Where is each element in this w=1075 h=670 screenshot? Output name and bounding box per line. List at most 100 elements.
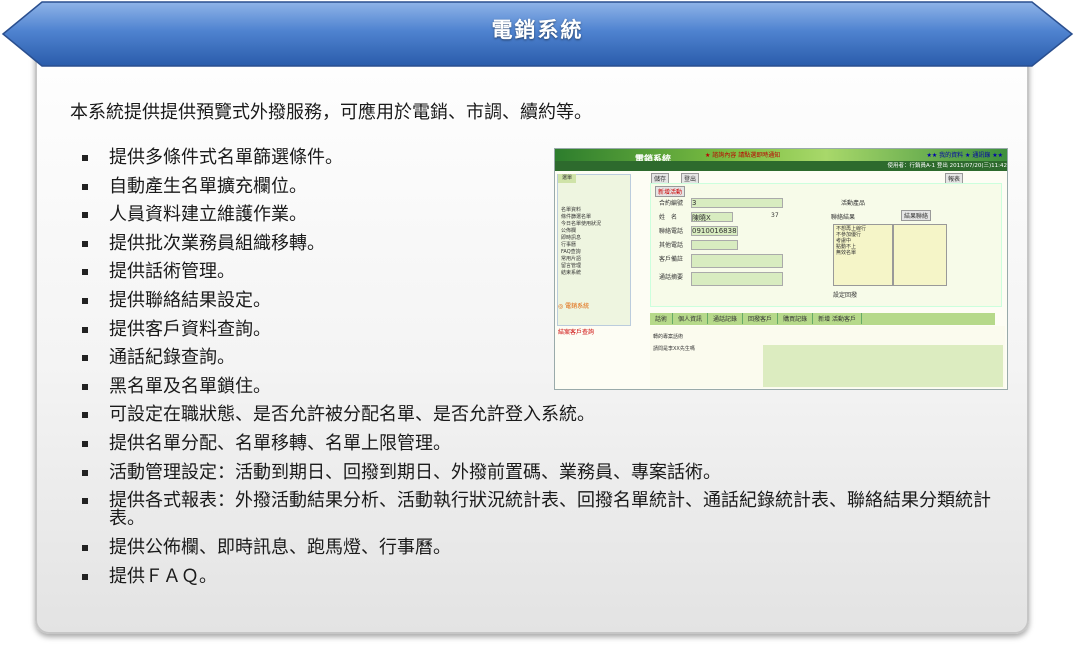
bullet-icon [82,545,88,552]
screenshot-notice: ★ 諮詢內容 請點選即時通知 [705,152,781,159]
screenshot-links: ★★ 我的資料 ★ 通訊錄 ★★ [926,152,1003,159]
bullet-icon [82,240,88,247]
system-screenshot: 電銷系統 ★ 諮詢內容 請點選即時通知 ★★ 我的資料 ★ 通訊錄 ★★ 使用者… [554,148,1008,390]
menu-item: 留言管理 [561,263,582,269]
bullet-icon [82,297,88,304]
field-value [691,254,783,268]
menu-item: 條件篩選名單 [561,214,592,220]
menu-item: 常用片語 [561,256,582,262]
menu-item: 今日名單使用狀況 [561,221,602,227]
feature-text: 提供話術管理。 [109,261,235,283]
sidebar-menu: 名單資料 條件篩選名單 今日名單使用狀況 公佈欄 即時訊息 行事曆 FAQ查詢 … [558,205,630,277]
feature-text: 黑名單及名單鎖住。 [109,375,271,397]
screenshot-tab: 購買記錄 [778,313,814,324]
menu-item: 名單資料 [561,207,582,213]
bullet-icon [82,573,88,580]
form-row: 聯絡結果 [831,212,855,221]
feature-text: 活動管理設定：活動到期日、回撥到期日、外撥前置碼、業務員、專案話術。 [109,461,721,483]
field-value: 陳曉X [691,212,733,222]
lower-item: 轉的專案話術 [653,334,684,340]
menu-item: 即時訊息 [561,235,582,241]
field-label: 姓 名 [659,214,678,221]
field-label: 客戶備註 [659,256,684,263]
feature-item: 活動管理設定：活動到期日、回撥到期日、外撥前置碼、業務員、專案話術。 [82,461,1012,493]
form-row: 設定回撥 [833,290,857,299]
result-list: 不想再上線行 不參加優行 考慮中 點動不上 無效名單 [833,224,893,286]
field-label: 活動產品 [841,200,866,207]
field-label: 通話摘要 [659,274,684,281]
bullet-icon [82,440,88,447]
bullet-icon [82,155,88,161]
feature-item: 提供各式報表：外撥活動結果分析、活動執行狀況統計表、回撥名單統計、通話紀錄統計表… [82,492,1012,539]
feature-text: 提供ＦＡＱ。 [109,565,217,587]
form-row: 活動產品 [841,198,865,207]
screenshot-form: 新增活動 合約編號 3 活動產品 姓 名 陳曉X 37 聯絡結果 結果聯絡 聯絡… [650,183,1002,307]
screenshot-subheader: 使用者：行銷員A-1 登出 2011/07/20(三)11:42 [555,161,1007,171]
screenshot-tab: 新增 活動客戶 [813,313,862,324]
bullet-icon [82,269,88,276]
bullet-icon [82,412,88,419]
bullet-icon [82,383,88,390]
field-label: 其他電話 [659,242,684,249]
form-row: 合約編號 [659,198,683,207]
banner-title: 電銷系統 [491,18,584,42]
feature-text: 通話紀錄查詢。 [109,347,235,369]
field-label: 聯絡結果 [831,214,856,221]
field-label: 合約編號 [659,200,684,207]
feature-text: 提供名單分配、名單移轉、名單上限管理。 [109,432,451,454]
form-row: 37 [771,212,779,219]
form-row: 姓 名 [659,212,677,221]
menu-item: 公佈欄 [561,228,577,234]
field-value: 3 [691,198,783,208]
screenshot-red-text: 結案客戶查詢 [558,329,595,336]
screenshot-green-box [763,345,1003,387]
menu-item: 行事曆 [561,242,577,248]
feature-text: 提供各式報表：外撥活動結果分析、活動執行狀況統計表、回撥名單統計、通話紀錄統計表… [109,490,991,530]
feature-text: 自動產生名單擴充欄位。 [109,175,307,197]
screenshot-tab: 回撥客戶 [743,313,779,324]
screenshot-tabs: 話術 個人資訊 通話記錄 回撥客戶 購買記錄 新增 活動客戶 [650,313,995,325]
age-value: 37 [771,212,779,219]
field-value [691,240,738,250]
bullet-icon [82,498,88,505]
reset-label: 設定回撥 [833,292,858,299]
feature-text: 人員資料建立維護作業。 [109,204,307,226]
bullet-icon [82,212,88,219]
lower-item: 請問是李XX先生嗎 [653,346,695,352]
screenshot-orange-logo: ◎ 電銷系統 [558,303,590,310]
screenshot-new-activity-button: 新增活動 [655,186,686,197]
menu-item: 結束系統 [561,270,582,276]
form-row: 其他電話 [659,240,683,249]
intro-text: 本系統提供提供預覽式外撥服務，可應用於電銷、市調、續約等。 [70,102,592,123]
feature-item: 提供公佈欄、即時訊息、跑馬燈、行事曆。 [82,539,1012,568]
screenshot-tab: 話術 [650,313,674,324]
bullet-icon [82,326,88,333]
sidebar-label: 選單 [558,174,576,183]
feature-text: 提供聯絡結果設定。 [109,289,271,311]
feature-item: 提供ＦＡＱ。 [82,565,1012,597]
feature-text: 可設定在職狀態、是否允許被分配名單、是否允許登入系統。 [109,404,595,426]
bullet-icon [82,355,88,362]
feature-text: 提供批次業務員組織移轉。 [109,232,325,254]
field-value [691,272,783,286]
screenshot-tab: 通話記錄 [708,313,744,324]
screenshot-tab: 個人資訊 [673,313,709,324]
field-value-text: 陳曉X [692,214,711,222]
screenshot-result-button: 結果聯絡 [901,210,932,221]
field-value: 0910016838 [691,226,738,236]
bullet-icon [82,183,88,190]
field-label: 聯絡電話 [659,228,684,235]
feature-text: 提供客戶資料查詢。 [109,318,271,340]
bullet-icon [82,469,88,476]
form-row: 客戶備註 [659,254,683,263]
form-row: 通話摘要 [659,272,683,281]
feature-text: 提供多條件式名單篩選條件。 [109,147,343,168]
feature-item: 提供名單分配、名單移轉、名單上限管理。 [82,432,1012,464]
result-item: 無效名單 [836,250,857,256]
feature-text: 提供公佈欄、即時訊息、跑馬燈、行事曆。 [109,537,451,559]
field-value-text: 0910016838 [692,227,737,235]
form-row: 聯絡電話 [659,226,683,235]
field-value-text: 3 [692,199,697,207]
result-list-2 [893,224,947,286]
feature-item: 可設定在職狀態、是否允許被分配名單、是否允許登入系統。 [82,406,1012,435]
